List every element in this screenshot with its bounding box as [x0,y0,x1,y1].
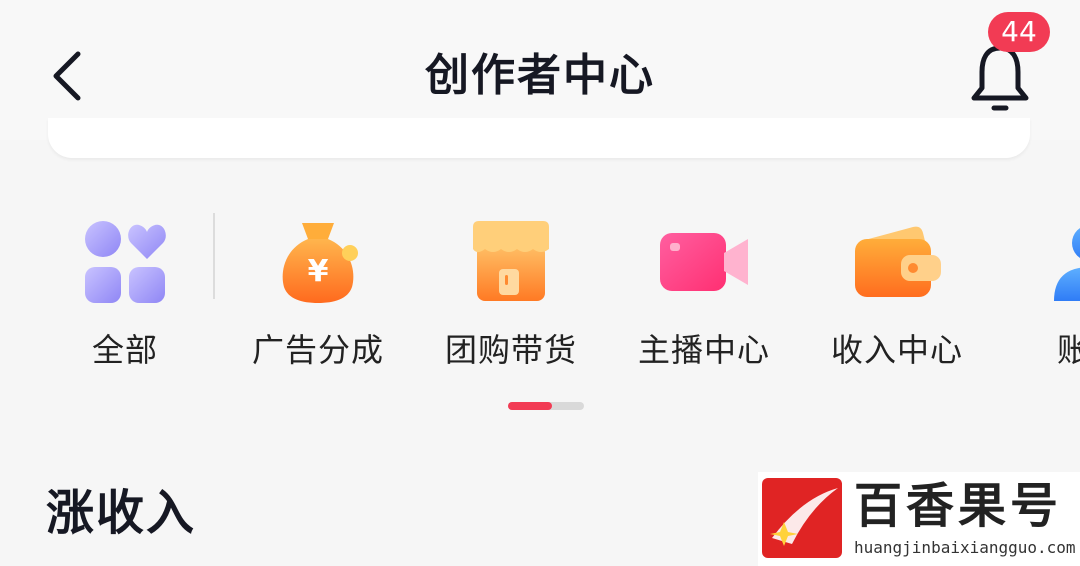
tool-label-account: 账号 [1056,331,1080,369]
video-camera-icon [660,233,748,291]
tool-label-anchor-center: 主播中心 [637,331,770,369]
watermark: 百香果号 huangjinbaixiangguo.com [758,472,1080,566]
tool-label-income-center: 收入中心 [830,331,963,369]
wallet-icon [855,226,941,297]
tool-row: 全部 ¥ 广告分成 团购带货 主播中心 收入中心 账 [0,205,1080,375]
watermark-text: 百香果号 [854,478,1063,534]
tool-label-group-buy: 团购带货 [444,331,577,369]
info-card-edge [48,118,1030,158]
watermark-url: huangjinbaixiangguo.com [854,538,1076,557]
watermark-logo [762,478,842,558]
tool-item-group-buy[interactable]: 团购带货 [416,205,606,375]
tool-item-income-center[interactable]: 收入中心 [802,205,992,375]
user-icon [1054,228,1080,301]
page-indicator-active [508,402,553,410]
tool-item-anchor-center[interactable]: 主播中心 [609,205,799,375]
notification-badge: 44 [988,12,1050,52]
page-indicator [508,402,584,410]
tool-item-ad-share[interactable]: ¥ 广告分成 [223,205,413,375]
tool-item-all[interactable]: 全部 [30,205,220,375]
tool-divider [213,213,215,299]
tool-label-ad-share: 广告分成 [251,331,384,369]
grid-heart-icon [85,221,166,303]
tool-label-all: 全部 [91,331,158,369]
shop-icon [473,221,549,301]
section-title: 涨收入 [46,485,197,541]
money-bag-icon: ¥ [282,223,358,303]
page-title: 创作者中心 [425,50,655,101]
tool-item-account[interactable]: 账号 [995,205,1080,375]
svg-text:¥: ¥ [308,254,329,289]
